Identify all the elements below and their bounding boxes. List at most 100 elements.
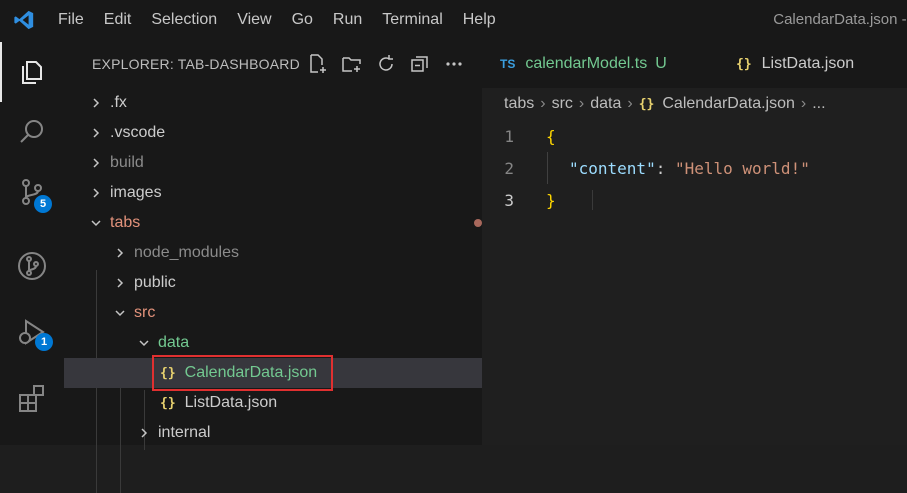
debug-badge: 1 [35, 333, 53, 351]
chevron-down-icon [112, 305, 128, 321]
explorer-activity-button[interactable] [0, 42, 64, 102]
editor-tabs: TS calendarModel.ts U {} ListData.json [482, 40, 907, 88]
line-number: 2 [504, 158, 514, 178]
run-debug-activity-button[interactable]: 1 [0, 302, 64, 362]
json-file-icon: {} [638, 96, 655, 112]
tree-item-src[interactable]: src [64, 298, 530, 328]
explorer-actions [304, 40, 468, 88]
explorer-sidebar: EXPLORER: TAB-DASHBOARD .fx .vscode buil… [64, 40, 578, 493]
chevron-right-icon: › [627, 95, 633, 112]
source-control-badge: 5 [34, 195, 52, 213]
code-line: 1 { [482, 120, 907, 152]
files-icon [22, 61, 42, 84]
tree-item-build[interactable]: build [64, 148, 506, 178]
tree-item-label: ListData.json [184, 394, 278, 411]
chevron-right-icon [112, 275, 128, 291]
tree-item-public[interactable]: public [64, 268, 530, 298]
extensions-icon [19, 385, 44, 412]
tree-item-label: node_modules [134, 244, 239, 261]
chevron-down-icon [136, 335, 152, 351]
breadcrumb-item[interactable]: ... [812, 95, 825, 113]
menu-file[interactable]: File [48, 0, 94, 40]
tree-item-label: images [110, 184, 162, 201]
tree-item-label: public [134, 274, 176, 291]
chevron-right-icon: › [800, 95, 807, 112]
editor-area: TS calendarModel.ts U {} ListData.json t… [482, 40, 907, 445]
menu-selection[interactable]: Selection [141, 0, 227, 40]
chevron-right-icon [88, 185, 104, 201]
tree-item-label: tabs [110, 214, 141, 231]
window-title: CalendarData.json - t [773, 11, 907, 28]
tab-listdata-json[interactable]: {} ListData.json [704, 40, 872, 88]
source-control-activity-button[interactable]: 5 [0, 162, 64, 222]
chevron-down-icon [88, 215, 104, 231]
tree-item-label: src [134, 304, 156, 321]
new-folder-button[interactable] [338, 50, 366, 78]
line-number: 1 [504, 126, 514, 146]
tree-item-data[interactable]: data [64, 328, 554, 358]
search-icon [20, 120, 43, 143]
breadcrumb-item[interactable]: tabs [504, 95, 534, 113]
chevron-right-icon [112, 245, 128, 261]
menu-run[interactable]: Run [323, 0, 372, 40]
breadcrumb-item[interactable]: data [590, 95, 621, 113]
highlight-box [152, 355, 333, 391]
indent-guide [547, 152, 569, 184]
json-key: "content" [569, 158, 656, 178]
tab-calendarmodel-ts[interactable]: TS calendarModel.ts U [482, 40, 704, 88]
chevron-right-icon [136, 425, 152, 441]
refresh-explorer-button[interactable] [372, 50, 400, 78]
menu-go[interactable]: Go [282, 0, 323, 40]
tab-label: ListData.json [761, 55, 855, 72]
json-file-icon: {} [160, 395, 176, 411]
new-file-button[interactable] [304, 50, 332, 78]
explorer-header: EXPLORER: TAB-DASHBOARD [64, 40, 482, 88]
collapse-folders-button[interactable] [406, 50, 434, 78]
menu-view[interactable]: View [227, 0, 281, 40]
code-token: } [546, 190, 556, 210]
json-file-icon: {} [736, 56, 752, 72]
chevron-right-icon [88, 95, 104, 111]
breadcrumb-item[interactable]: CalendarData.json [662, 95, 795, 113]
breadcrumb-item[interactable]: src [552, 95, 573, 113]
code-token: { [546, 126, 556, 146]
tree-item-label: .fx [110, 94, 127, 111]
code-line: 3 } [482, 184, 907, 216]
explorer-title: EXPLORER: TAB-DASHBOARD [92, 56, 300, 72]
git-graph-activity-button[interactable] [0, 236, 64, 296]
tree-item-images[interactable]: images [64, 178, 506, 208]
tree-item-label: build [110, 154, 144, 171]
menu-help[interactable]: Help [453, 0, 506, 40]
chevron-right-icon [88, 125, 104, 141]
title-bar: File Edit Selection View Go Run Terminal… [0, 0, 907, 40]
breadcrumb: tabs › src › data › {} CalendarData.json… [482, 88, 907, 120]
new-file-icon [310, 54, 326, 73]
git-graph-icon [18, 252, 46, 280]
menu-edit[interactable]: Edit [94, 0, 142, 40]
tree-item-vscode[interactable]: .vscode [64, 118, 506, 148]
tree-item-fx[interactable]: .fx [64, 88, 506, 118]
ellipsis-icon [446, 62, 462, 66]
tree-item-tabs[interactable]: tabs [64, 208, 506, 238]
menu-terminal[interactable]: Terminal [372, 0, 452, 40]
tree-item-label: data [158, 334, 190, 351]
tree-item-label: .vscode [110, 124, 166, 141]
refresh-icon [379, 55, 393, 71]
vscode-logo-icon [0, 0, 48, 40]
tree-item-internal[interactable]: internal [64, 418, 554, 448]
code-line: 2 "content" : "Hello world!" [482, 152, 907, 184]
more-actions-button[interactable] [440, 50, 468, 78]
text-cursor [591, 190, 593, 210]
extensions-activity-button[interactable] [0, 368, 64, 428]
search-activity-button[interactable] [0, 102, 64, 162]
chevron-right-icon [88, 155, 104, 171]
chevron-right-icon: › [578, 95, 585, 112]
collapse-all-icon [411, 56, 428, 72]
modified-dot [474, 219, 482, 227]
tree-item-label: internal [158, 424, 211, 441]
tree-item-node-modules[interactable]: node_modules [64, 238, 530, 268]
menu-bar: File Edit Selection View Go Run Terminal… [48, 0, 506, 40]
typescript-file-icon: TS [500, 57, 516, 71]
tab-label: calendarModel.ts [525, 55, 648, 72]
line-number: 3 [504, 190, 514, 210]
